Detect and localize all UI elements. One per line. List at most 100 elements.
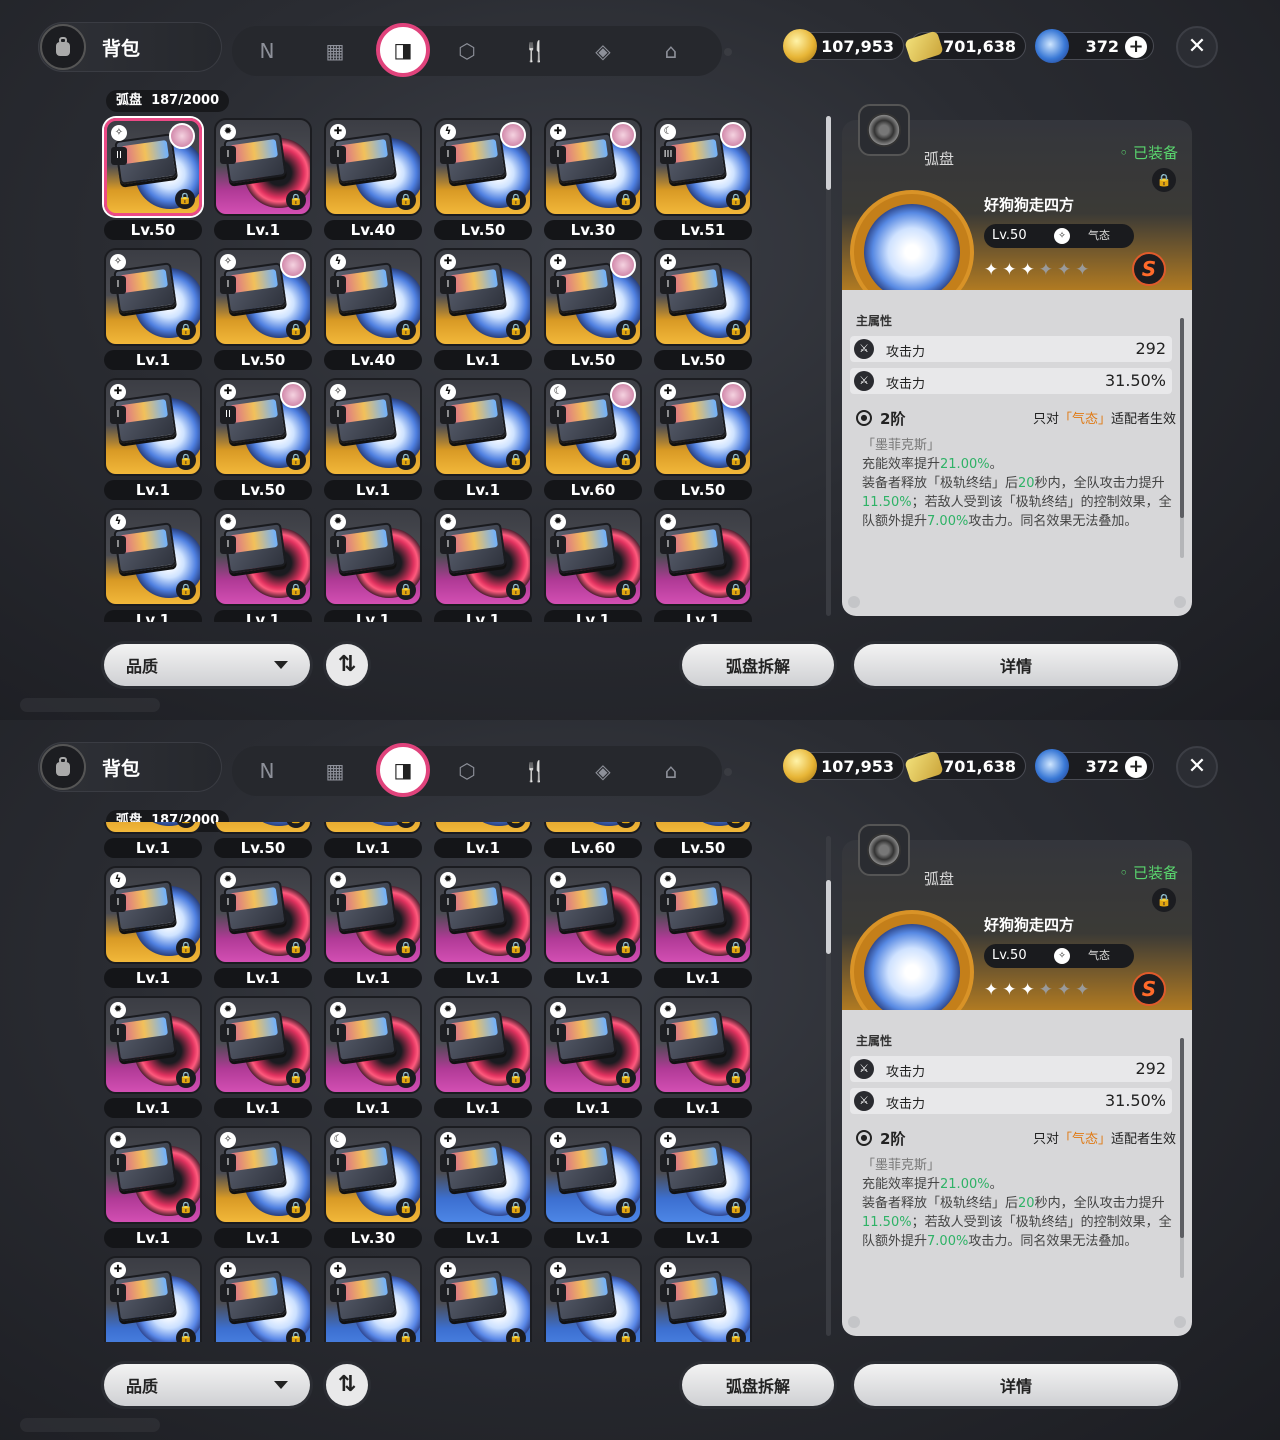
- lock-icon[interactable]: 🔒: [506, 190, 526, 210]
- disc-item[interactable]: ✹ I 🔒 Lv.1: [102, 1126, 204, 1254]
- disc-card[interactable]: ✧ II 🔒: [104, 118, 202, 216]
- disc-card[interactable]: ✹ I 🔒: [544, 866, 642, 964]
- disc-item[interactable]: ✚I🔒Lv.1: [432, 248, 534, 376]
- lock-icon[interactable]: 🔒: [616, 580, 636, 600]
- disc-item[interactable]: ✧I🔒Lv.1: [212, 1126, 314, 1254]
- disc-item[interactable]: ϟI🔒Lv.1: [102, 508, 204, 622]
- lock-icon[interactable]: 🔒: [286, 822, 306, 828]
- disc-card[interactable]: ✚I🔒: [324, 1256, 422, 1342]
- tab-food[interactable]: 🍴: [514, 30, 556, 72]
- disc-item[interactable]: ✚I🔒Lv.1: [542, 1256, 644, 1342]
- disc-item[interactable]: ✹ I 🔒 Lv.1: [432, 996, 534, 1124]
- disc-item[interactable]: ϟI🔒Lv.1: [432, 822, 534, 864]
- lock-icon[interactable]: 🔒: [396, 1328, 416, 1342]
- tab-box[interactable]: ⬡: [446, 30, 488, 72]
- disc-item[interactable]: ϟ I 🔒 Lv.40: [322, 248, 424, 376]
- disc-card[interactable]: ✹ I 🔒: [654, 866, 752, 964]
- disc-card[interactable]: ✹ I 🔒: [654, 996, 752, 1094]
- lock-icon[interactable]: 🔒: [396, 822, 416, 828]
- disc-item[interactable]: ✚I🔒Lv.1: [102, 378, 204, 506]
- tab-handheld[interactable]: ▦: [314, 30, 356, 72]
- disc-item[interactable]: ✹ I 🔒 Lv.1: [322, 508, 424, 622]
- disc-card[interactable]: ✹ I 🔒: [104, 996, 202, 1094]
- disc-card[interactable]: ✚I🔒: [654, 378, 752, 476]
- disc-item[interactable]: ✚I🔒Lv.1: [652, 1256, 754, 1342]
- lock-icon[interactable]: 🔒: [616, 822, 636, 828]
- disc-card[interactable]: ✚I🔒: [214, 1256, 312, 1342]
- disc-item[interactable]: ✚I🔒Lv.1: [102, 1256, 204, 1342]
- disc-card[interactable]: ✹ I 🔒: [324, 996, 422, 1094]
- disc-item[interactable]: ✹ I 🔒 Lv.1: [542, 508, 644, 622]
- tab-n[interactable]: N: [246, 30, 288, 72]
- disc-card[interactable]: ✚I🔒: [104, 822, 202, 834]
- detail-lock-icon[interactable]: 🔒: [1152, 888, 1176, 912]
- detail-scroll-thumb[interactable]: [1180, 1038, 1184, 1238]
- disc-item[interactable]: ✹ I 🔒 Lv.1: [652, 996, 754, 1124]
- details-button[interactable]: 详情: [854, 644, 1178, 686]
- crystal-currency[interactable]: 372 +: [1035, 749, 1154, 783]
- crystal-currency[interactable]: 372 +: [1035, 29, 1154, 63]
- lock-icon[interactable]: 🔒: [176, 1198, 196, 1218]
- detail-scrollbar[interactable]: [1180, 1038, 1184, 1278]
- lock-icon[interactable]: 🔒: [286, 1328, 306, 1342]
- disc-card[interactable]: ✧I🔒: [104, 248, 202, 346]
- disc-item[interactable]: ✹ I 🔒 Lv.1: [212, 866, 314, 994]
- disc-item[interactable]: ✹ I 🔒 Lv.1: [432, 866, 534, 994]
- disc-item[interactable]: ✹ I 🔒 Lv.1: [542, 866, 644, 994]
- disc-card[interactable]: ✧I🔒: [324, 822, 422, 834]
- disc-card[interactable]: ✹ I 🔒: [544, 996, 642, 1094]
- grid-scrollbar[interactable]: [826, 836, 831, 1336]
- details-button[interactable]: 详情: [854, 1364, 1178, 1406]
- disc-item[interactable]: ✹ I 🔒 Lv.1: [322, 996, 424, 1124]
- disc-card[interactable]: ✚II🔒: [214, 822, 312, 834]
- lock-icon[interactable]: 🔒: [726, 1068, 746, 1088]
- disc-item[interactable]: ✹ I 🔒 Lv.1: [212, 996, 314, 1124]
- lock-icon[interactable]: 🔒: [506, 1068, 526, 1088]
- disc-card[interactable]: ✚I🔒: [654, 1126, 752, 1224]
- disc-card[interactable]: ☾ III 🔒: [654, 118, 752, 216]
- lock-icon[interactable]: 🔒: [286, 938, 306, 958]
- disc-card[interactable]: ✚II🔒: [214, 378, 312, 476]
- quality-filter-dropdown[interactable]: 品质: [104, 1364, 310, 1406]
- disc-item[interactable]: ϟI🔒Lv.1: [432, 378, 534, 506]
- disc-card[interactable]: ϟI 🔒: [434, 378, 532, 476]
- disc-item[interactable]: ✧ I 🔒 Lv.50: [212, 248, 314, 376]
- lock-icon[interactable]: 🔒: [286, 1068, 306, 1088]
- disc-item[interactable]: ✚I🔒Lv.1: [542, 1126, 644, 1254]
- disc-card[interactable]: ✹ I 🔒: [214, 996, 312, 1094]
- lock-icon[interactable]: 🔒: [396, 450, 416, 470]
- disc-card[interactable]: ✚I🔒: [544, 1256, 642, 1342]
- close-button[interactable]: ✕: [1176, 26, 1218, 68]
- disc-item[interactable]: ✚I🔒Lv.1: [212, 1256, 314, 1342]
- detail-scrollbar[interactable]: [1180, 318, 1184, 558]
- grid-scroll-thumb[interactable]: [826, 116, 831, 190]
- lock-icon[interactable]: 🔒: [726, 938, 746, 958]
- grid-scroll-thumb[interactable]: [826, 880, 831, 954]
- lock-icon[interactable]: 🔒: [506, 450, 526, 470]
- detail-scroll-thumb[interactable]: [1180, 318, 1184, 518]
- lock-icon[interactable]: 🔒: [286, 450, 306, 470]
- disc-item[interactable]: ✧ II 🔒 Lv.50: [102, 118, 204, 246]
- detail-lock-icon[interactable]: 🔒: [1152, 168, 1176, 192]
- tab-home[interactable]: ⌂: [650, 750, 692, 792]
- disc-card[interactable]: ✚I🔒: [434, 248, 532, 346]
- disc-item[interactable]: ✧I🔒Lv.1: [102, 248, 204, 376]
- lock-icon[interactable]: 🔒: [176, 938, 196, 958]
- disc-card[interactable]: ✹ I 🔒: [434, 508, 532, 606]
- disc-item[interactable]: ✧I🔒Lv.1: [322, 822, 424, 864]
- disc-card[interactable]: ✚I🔒: [544, 1126, 642, 1224]
- tab-n[interactable]: N: [246, 750, 288, 792]
- disc-card[interactable]: ✚I🔒: [654, 822, 752, 834]
- disc-card[interactable]: ✚I🔒: [104, 1256, 202, 1342]
- add-crystal-icon[interactable]: +: [1125, 756, 1147, 778]
- disc-item[interactable]: ✚II🔒 Lv.50: [212, 822, 314, 864]
- lock-icon[interactable]: 🔒: [286, 320, 306, 340]
- disc-item[interactable]: ✚I🔒Lv.1: [102, 822, 204, 864]
- lock-icon[interactable]: 🔒: [176, 580, 196, 600]
- disc-card[interactable]: ϟI 🔒: [104, 508, 202, 606]
- disc-item[interactable]: ✚I🔒Lv.1: [652, 1126, 754, 1254]
- lock-icon[interactable]: 🔒: [506, 320, 526, 340]
- disc-item[interactable]: ✚I🔒 Lv.50: [652, 822, 754, 864]
- sort-order-button[interactable]: ⇅: [326, 644, 368, 686]
- disc-card[interactable]: ✚I🔒: [104, 378, 202, 476]
